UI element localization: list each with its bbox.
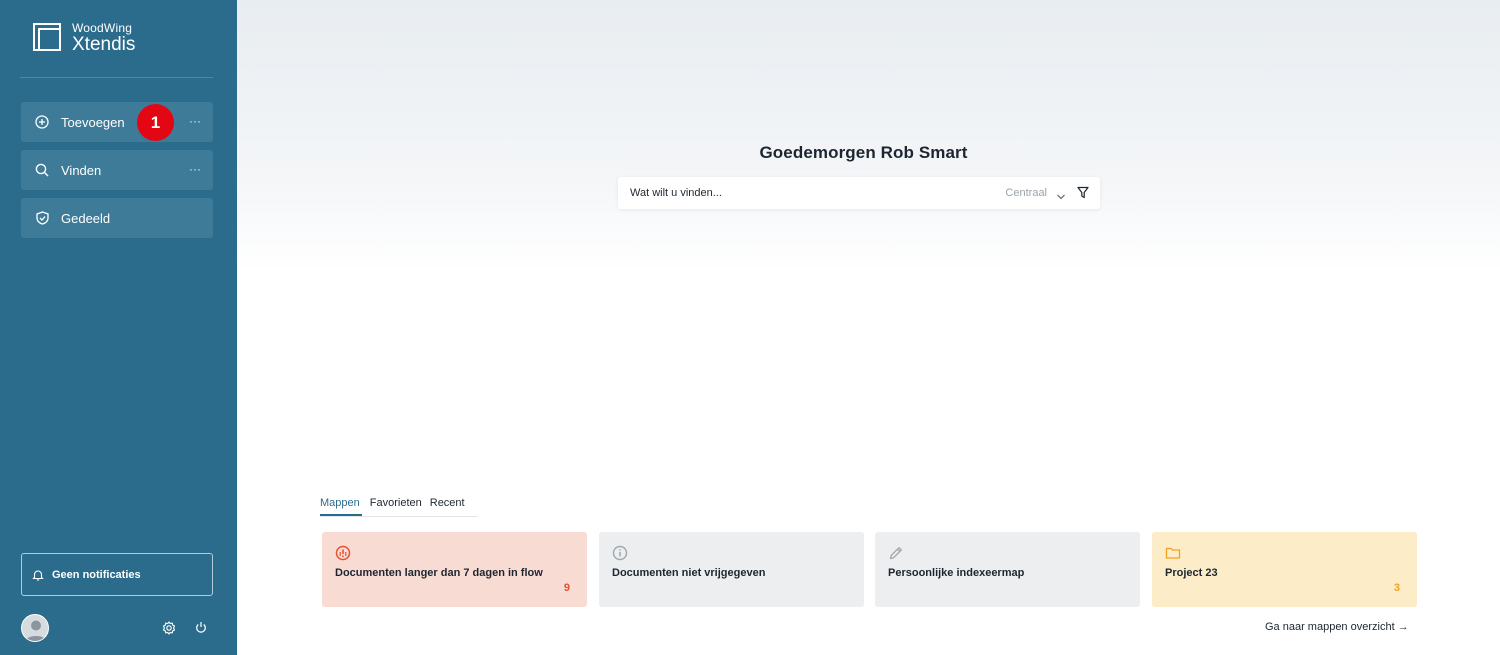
main-content: Goedemorgen Rob Smart Centraal Mappen Fa…: [237, 0, 1500, 655]
sidebar: WoodWing Xtendis Toevoegen ··· 1 Vinden …: [0, 0, 237, 655]
gear-icon[interactable]: [162, 621, 176, 635]
tab-favorieten[interactable]: Favorieten: [370, 497, 422, 516]
bell-icon: [32, 569, 44, 581]
search-scope-select[interactable]: Centraal: [1005, 187, 1047, 199]
page-title: Goedemorgen Rob Smart: [237, 143, 1500, 163]
search-icon: [35, 163, 49, 177]
power-icon[interactable]: [195, 621, 207, 634]
sidebar-item-vinden[interactable]: Vinden ···: [21, 150, 213, 190]
card-title: Persoonlijke indexeermap: [888, 567, 1025, 579]
avatar[interactable]: [21, 614, 49, 642]
folder-icon: [1165, 545, 1181, 561]
sidebar-item-label: Vinden: [61, 162, 102, 178]
folders-overview-link[interactable]: Ga naar mappen overzicht →: [1265, 621, 1409, 633]
step-badge: 1: [137, 104, 174, 141]
more-options-icon[interactable]: ···: [189, 163, 201, 175]
card-title: Documenten langer dan 7 dagen in flow: [335, 567, 543, 579]
sidebar-item-label: Gedeeld: [61, 210, 111, 226]
brand-line2: Xtendis: [72, 34, 136, 55]
tab-mappen[interactable]: Mappen: [320, 497, 362, 516]
search-bar: Centraal: [618, 177, 1100, 209]
logo[interactable]: WoodWing Xtendis: [33, 22, 135, 54]
plus-circle-icon: [35, 115, 49, 129]
notifications-button[interactable]: Geen notificaties: [21, 553, 213, 596]
card-title: Documenten niet vrijgegeven: [612, 567, 766, 579]
notifications-label: Geen notificaties: [52, 568, 141, 581]
sidebar-item-gedeeld[interactable]: Gedeeld: [21, 198, 213, 238]
folder-card[interactable]: Persoonlijke indexeermap: [875, 532, 1140, 607]
sidebar-item-label: Toevoegen: [61, 114, 125, 130]
brand-line1: WoodWing: [72, 21, 133, 35]
info-circle-icon: [612, 545, 628, 561]
tab-recent[interactable]: Recent: [430, 497, 465, 516]
search-input[interactable]: [630, 187, 970, 199]
folder-card[interactable]: Project 23 3: [1152, 532, 1417, 607]
card-count: 3: [1393, 582, 1400, 594]
more-options-icon[interactable]: ···: [189, 115, 201, 127]
shield-check-icon: [35, 211, 49, 225]
filter-icon[interactable]: [1077, 186, 1089, 199]
greeting-text: Goedemorgen Rob Smart: [759, 143, 968, 162]
chevron-down-icon[interactable]: [1056, 188, 1066, 200]
tabs-divider: [320, 516, 478, 517]
folder-tabs: Mappen Favorieten Recent: [320, 497, 473, 516]
alert-circle-icon: [335, 545, 351, 561]
card-count: 9: [563, 582, 570, 594]
pencil-icon: [888, 545, 904, 561]
sidebar-item-toevoegen[interactable]: Toevoegen ···: [21, 102, 213, 142]
logo-mark-icon: [33, 23, 61, 53]
folder-card[interactable]: Documenten niet vrijgegeven: [599, 532, 864, 607]
folder-card[interactable]: Documenten langer dan 7 dagen in flow 9: [322, 532, 587, 607]
sidebar-divider: [20, 77, 213, 78]
card-title: Project 23: [1165, 567, 1218, 579]
